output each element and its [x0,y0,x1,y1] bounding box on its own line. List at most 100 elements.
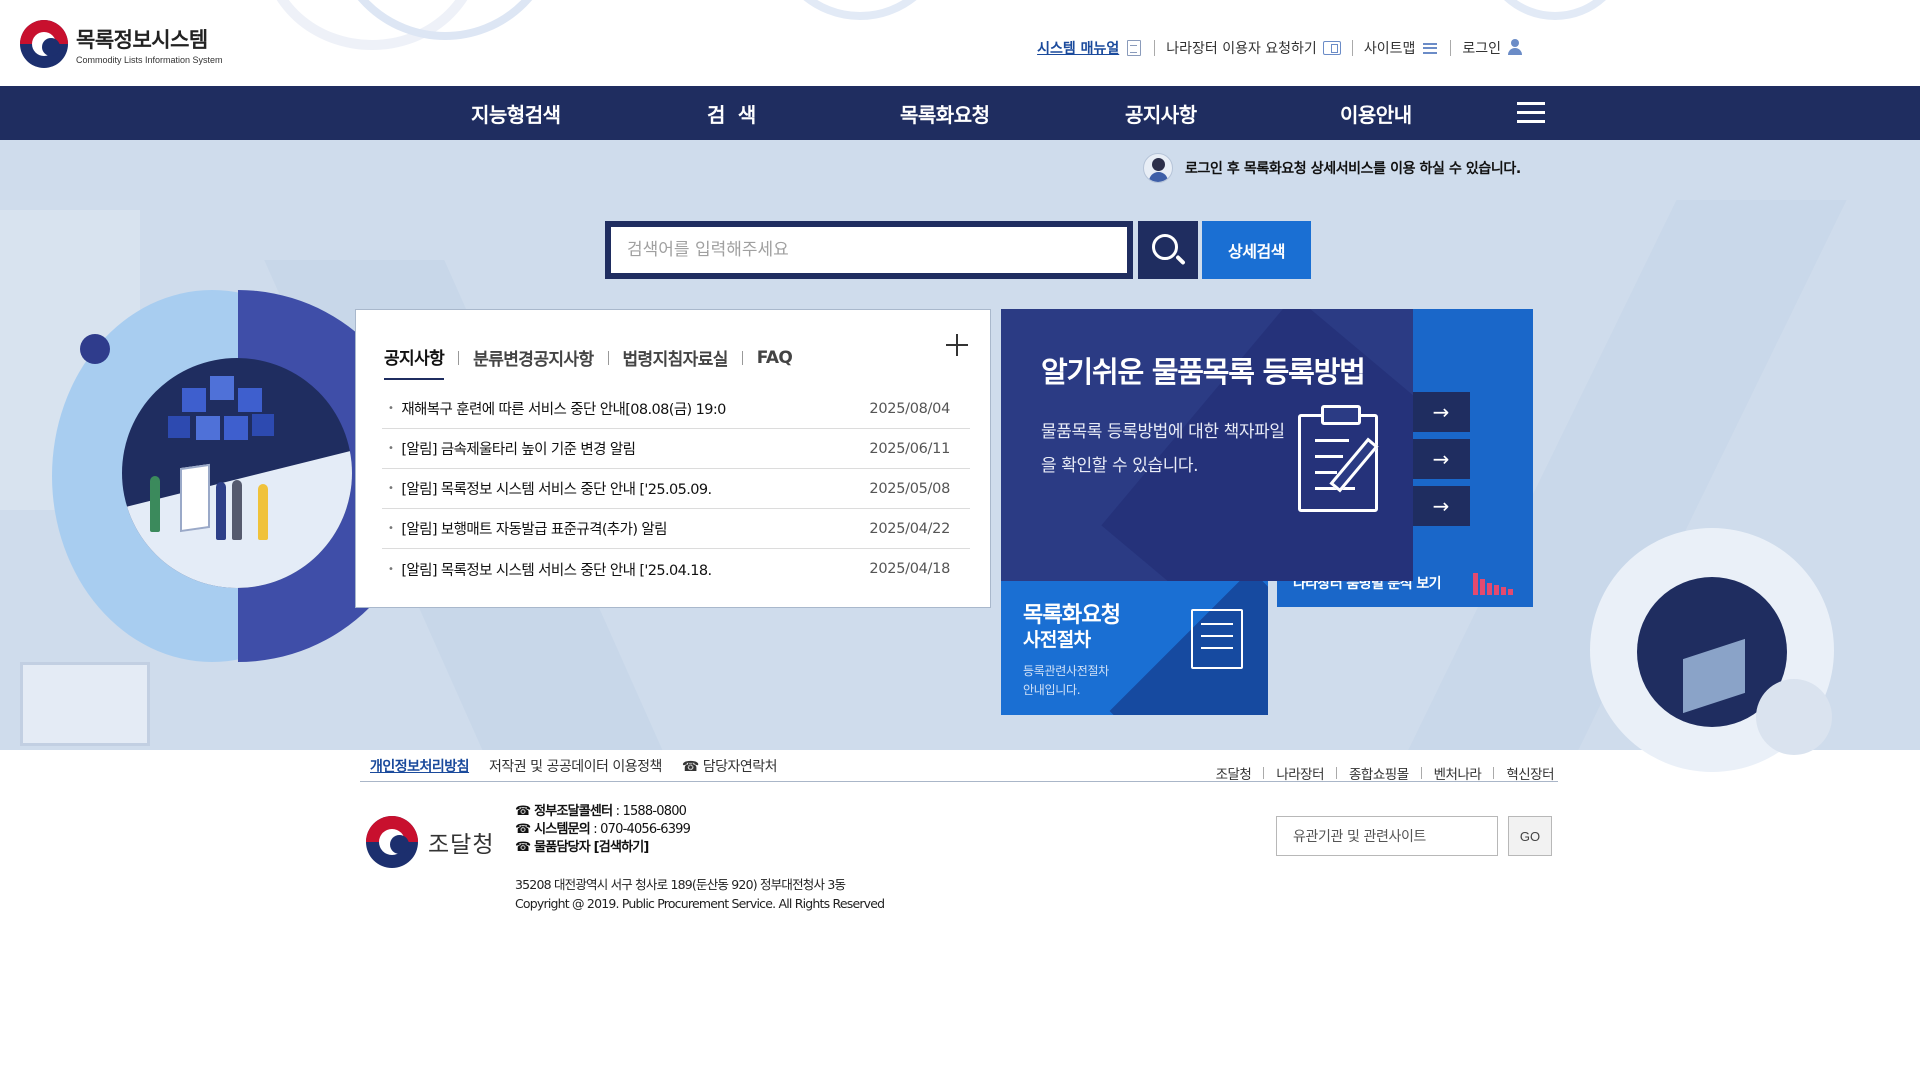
pre-procedure-banner[interactable]: 목록화요청 사전절차 등록관련사전절차 안내입니다. [1001,581,1268,715]
business-meeting-illustration [122,358,352,588]
system-manual-label: 시스템 매뉴얼 [1037,41,1120,57]
header-deco-ring [770,0,950,20]
footer-links: 개인정보처리방침 저작권 및 공공데이터 이용정책 ☎ 담당자연락처 조달청 나… [360,750,1558,783]
background-ray [20,662,150,746]
document-icon [1125,40,1143,56]
notice-date: 2025/05/08 [869,480,950,497]
tab-notices[interactable]: 공지사항 [384,344,445,380]
quick-link-arrow[interactable]: → [1412,392,1470,432]
hamburger-icon[interactable] [1517,102,1545,124]
banner-title: 알기쉬운 물품목록 등록방법 [1041,355,1366,389]
divider [741,350,743,365]
divider [1263,767,1265,779]
contacts-link[interactable]: ☎ 담당자연락처 [682,756,778,776]
notice-title: [알림] 보행매트 자동발급 표준규격(추가) 알림 [382,518,667,539]
decorative-dot [80,334,110,364]
cube-icon [210,376,234,400]
registration-guide-banner[interactable]: 알기쉬운 물품목록 등록방법 물품목록 등록방법에 대한 책자파일을 확인할 수… [1001,309,1413,581]
footer-link-koneps[interactable]: 나라장터 [1276,763,1324,783]
notice-date: 2025/06/11 [869,440,950,457]
screen-icon [1322,40,1341,56]
footer-link-venture[interactable]: 벤처나라 [1434,763,1482,783]
user-icon [1507,39,1525,56]
footer-link-pps[interactable]: 조달청 [1216,763,1252,783]
tab-classification-notices[interactable]: 분류변경공지사항 [473,345,594,379]
login-notice: 로그인 후 목록화요청 상세서비스를 이용 하실 수 있습니다. [1143,153,1521,183]
detail-search-button[interactable]: 상세검색 [1202,221,1311,279]
clipboard-icon [1298,405,1378,512]
divider [1420,767,1422,779]
nav-user-guide[interactable]: 이용안내 [1340,86,1412,140]
list-item[interactable]: [알림] 보행매트 자동발급 표준규격(추가) 알림 2025/04/22 [382,509,970,549]
menu-icon [1421,40,1439,56]
footer-address-block: 35208 대전광역시 서구 청사로 189(둔산동 920) 정부대전청사 3… [515,875,885,913]
cube-icon [168,416,190,438]
banner-shade [1109,581,1268,715]
cube-icon [252,414,274,436]
agent-avatar-icon [1143,153,1173,183]
quick-link-arrow[interactable]: → [1412,486,1470,526]
list-item[interactable]: [알림] 목록정보 시스템 서비스 중단 안내 ['25.05.09. 2025… [382,469,970,509]
list-item[interactable]: [알림] 목록정보 시스템 서비스 중단 안내 ['25.04.18. 2025… [382,549,970,589]
pre-procedure-subtitle: 사전절차 [1023,629,1091,651]
person-figure [232,480,242,540]
notice-title: [알림] 목록정보 시스템 서비스 중단 안내 ['25.05.09. [382,478,712,499]
divider [1336,767,1338,779]
footer-copyright: Copyright @ 2019. Public Procurement Ser… [515,896,885,911]
sitemap-label: 사이트맵 [1363,41,1416,57]
notice-date: 2025/04/22 [869,520,950,537]
notice-title: [알림] 금속제울타리 높이 기준 변경 알림 [382,438,636,459]
notice-date: 2025/04/18 [869,561,950,577]
utility-nav: 시스템 매뉴얼 나라장터 이용자 요청하기 사이트맵 로그인 [1026,38,1536,58]
login-notice-text: 로그인 후 목록화요청 상세서비스를 이용 하실 수 있습니다. [1185,161,1521,177]
search-button[interactable] [1138,221,1198,279]
go-button[interactable]: GO [1508,816,1552,856]
login-link[interactable]: 로그인 [1451,38,1536,58]
person-figure [150,476,160,532]
notice-title: 재해복구 훈련에 따른 서비스 중단 안내[08.08(금) 19:0 [382,398,726,419]
nav-intelligent-search[interactable]: 지능형검색 [471,86,561,140]
cube-icon [238,388,262,412]
user-request-link[interactable]: 나라장터 이용자 요청하기 [1155,38,1352,58]
login-label: 로그인 [1462,41,1501,57]
sitemap-link[interactable]: 사이트맵 [1353,38,1451,58]
nav-catalog-request[interactable]: 목록화요청 [900,86,990,140]
footer-link-innovation[interactable]: 혁신장터 [1506,763,1554,783]
nav-search[interactable]: 검 색 [707,86,756,140]
privacy-policy-link[interactable]: 개인정보처리방침 [370,756,470,776]
person-figure [258,484,268,540]
divider [607,350,609,365]
tab-faq[interactable]: FAQ [757,348,793,377]
related-sites-select[interactable]: 유관기관 및 관련사이트 [1276,816,1498,856]
search-input[interactable] [627,240,1127,260]
nav-notices[interactable]: 공지사항 [1125,86,1197,140]
list-item[interactable]: [알림] 금속제울타리 높이 기준 변경 알림 2025/06/11 [382,429,970,469]
site-logo[interactable]: 목록정보시스템 Commodity Lists Information Syst… [20,20,223,68]
copyright-policy-link[interactable]: 저작권 및 공공데이터 이용정책 [489,756,662,776]
footer-logo: 조달청 [366,816,494,868]
quick-link-arrow[interactable]: → [1412,439,1470,479]
contact-system-value: : 070-4056-6399 [589,822,691,837]
header: 목록정보시스템 Commodity Lists Information Syst… [0,0,1920,86]
notice-tabs: 공지사항 분류변경공지사항 법령지침자료실 FAQ [384,344,793,380]
search-icon [1152,234,1178,260]
main-nav: 지능형검색 검 색 목록화요청 공지사항 이용안내 [0,86,1920,140]
pre-procedure-description: 등록관련사전절차 안내입니다. [1023,662,1109,700]
contact-system-label: ☎ 시스템문의 [515,822,591,837]
tab-regulations[interactable]: 법령지침자료실 [623,345,729,379]
notice-panel: 공지사항 분류변경공지사항 법령지침자료실 FAQ 재해복구 훈련에 따른 서비… [355,309,991,608]
contact-manager-link[interactable]: ☎ 물품담당자 [검색하기] [515,840,649,855]
system-manual-link[interactable]: 시스템 매뉴얼 [1026,38,1154,58]
government-emblem-icon [20,20,68,68]
pre-procedure-desc-line: 등록관련사전절차 [1023,664,1109,678]
logo-title: 목록정보시스템 [76,27,208,52]
more-plus-icon[interactable] [946,334,968,356]
user-request-label: 나라장터 이용자 요청하기 [1166,41,1317,57]
person-figure [216,482,226,540]
notice-date: 2025/08/04 [869,400,950,417]
list-item[interactable]: 재해복구 훈련에 따른 서비스 중단 안내[08.08(금) 19:0 2025… [382,389,970,429]
checklist-icon [1191,609,1243,669]
divider [1493,767,1495,779]
footer-link-shopping-mall[interactable]: 종합쇼핑몰 [1349,763,1409,783]
notice-list: 재해복구 훈련에 따른 서비스 중단 안내[08.08(금) 19:0 2025… [382,389,970,589]
